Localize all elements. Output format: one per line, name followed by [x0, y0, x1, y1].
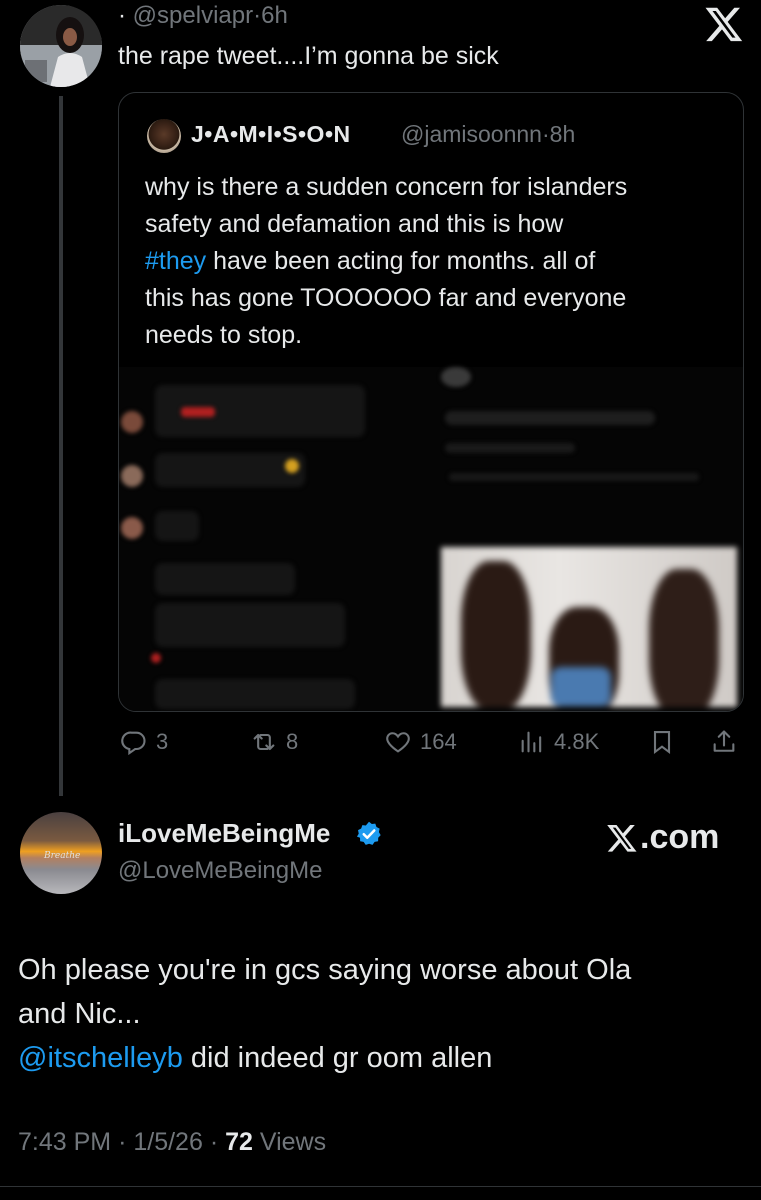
post-time[interactable]: 7:43 PM	[18, 1128, 111, 1156]
tweet-header: · @spelviapr·6h	[118, 2, 288, 30]
heart-icon	[386, 732, 410, 753]
separator: ·	[209, 1128, 219, 1156]
blurred-avatar	[121, 411, 143, 433]
quoted-text-line: why is there a sudden concern for island…	[145, 173, 628, 201]
blurred-dot	[151, 653, 161, 663]
blurred-message	[155, 603, 345, 647]
quoted-display-name[interactable]: J•A•M•I•S•O•N	[191, 121, 351, 148]
avatar-caption: Breathe	[44, 851, 81, 861]
blurred-text	[445, 411, 655, 425]
divider	[0, 1186, 761, 1187]
tweet-metadata: 7:43 PM · 1/5/26 · 72 Views	[18, 1128, 326, 1157]
blurred-avatar	[121, 517, 143, 539]
avatar-photo-icon	[20, 5, 102, 87]
repost-button[interactable]: 8	[250, 728, 298, 756]
repost-count: 8	[286, 729, 299, 754]
x-logo-icon[interactable]	[704, 4, 744, 44]
tweet-text: the rape tweet....I’m gonna be sick	[118, 42, 499, 70]
views-count: 72	[225, 1128, 253, 1156]
blurred-message	[155, 453, 305, 487]
blurred-person	[649, 569, 719, 707]
reply-button[interactable]: 3	[120, 728, 168, 756]
quoted-timestamp[interactable]: 8h	[550, 121, 576, 147]
reply-icon	[121, 731, 146, 756]
blurred-clothing	[551, 667, 611, 707]
post-date[interactable]: 1/5/26	[133, 1128, 203, 1156]
bookmark-icon	[653, 731, 671, 755]
brand-suffix: .com	[640, 818, 720, 856]
separator: ·	[118, 1128, 127, 1156]
reply-display-name[interactable]: iLoveMeBeingMe	[118, 818, 330, 849]
separator: ·	[541, 121, 550, 147]
view-count: 4.8K	[554, 729, 600, 754]
quoted-text-line: this has gone TOOOOOO far and everyone	[145, 284, 627, 312]
quoted-text-fragment: have been acting for months. all of	[206, 247, 596, 275]
views-label: Views	[259, 1128, 327, 1156]
x-logo-icon	[607, 824, 637, 852]
blurred-person	[461, 561, 531, 707]
repost-icon	[253, 733, 275, 751]
quoted-handle[interactable]: @jamisoonnn	[401, 121, 542, 147]
share-icon	[713, 730, 735, 752]
avatar[interactable]	[20, 5, 102, 87]
quoted-text-line: safety and defamation and this is how	[145, 210, 564, 238]
reply-text-line: Oh please you're in gcs saying worse abo…	[18, 954, 632, 986]
quoted-text: why is there a sudden concern for island…	[145, 169, 725, 354]
bar-chart-icon	[521, 731, 542, 753]
quoted-text-line: #they have been acting for months. all o…	[145, 243, 725, 280]
thread-line	[59, 96, 63, 796]
quoted-tweet-card[interactable]: J•A•M•I•S•O•N @jamisoonnn·8h why is ther…	[118, 92, 744, 712]
like-count: 164	[420, 729, 457, 754]
display-name[interactable]: ·	[118, 2, 126, 29]
blurred-photo	[441, 547, 737, 707]
handle[interactable]: @spelviapr	[133, 2, 253, 29]
reply-handle[interactable]: @LoveMeBeingMe	[118, 857, 322, 885]
reply-text-fragment: did indeed gr oom allen	[182, 1042, 493, 1074]
verified-badge-icon[interactable]	[355, 820, 383, 848]
blurred-avatar	[121, 465, 143, 487]
like-button[interactable]: 164	[384, 728, 457, 756]
blurred-avatar	[441, 367, 471, 387]
blurred-message	[155, 679, 355, 709]
blurred-emoji	[285, 459, 299, 473]
blurred-actions	[449, 473, 699, 481]
quoted-handle-time: @jamisoonnn·8h	[401, 121, 575, 148]
views-button[interactable]: 4.8K	[518, 728, 599, 756]
timestamp[interactable]: 6h	[261, 2, 288, 29]
reply-text-line: and Nic...	[18, 998, 141, 1030]
quoted-text-line: needs to stop.	[145, 321, 303, 349]
reply-count: 3	[156, 729, 169, 754]
hashtag-link[interactable]: #they	[145, 247, 206, 275]
reply-text: Oh please you're in gcs saying worse abo…	[18, 948, 738, 1080]
quoted-media-image[interactable]	[119, 367, 743, 711]
reply-text-line: @itschelleyb did indeed gr oom allen	[18, 1036, 738, 1080]
blurred-message	[155, 563, 295, 595]
share-button[interactable]	[710, 728, 738, 756]
quoted-avatar[interactable]	[147, 119, 181, 153]
blurred-text	[445, 443, 575, 453]
mention-link[interactable]: @itschelleyb	[18, 1042, 183, 1074]
separator: ·	[253, 2, 262, 29]
x-dot-com-brand: .com	[606, 818, 719, 857]
blurred-message	[155, 511, 199, 541]
bookmark-button[interactable]	[648, 728, 676, 756]
blurred-emoji	[181, 407, 215, 417]
